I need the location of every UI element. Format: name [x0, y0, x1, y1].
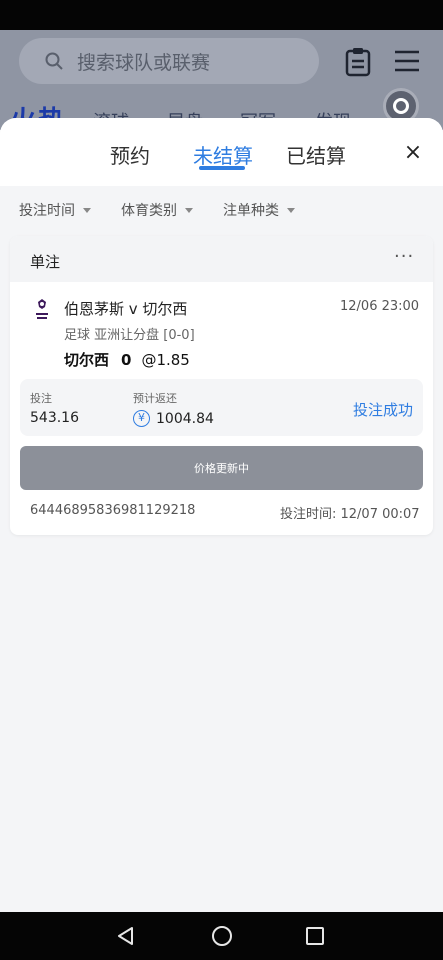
- selection-line: 0: [121, 351, 132, 369]
- caret-down-icon: [287, 207, 295, 213]
- tabs-bar: 预约 未结算 已结算 ×: [0, 118, 443, 186]
- price-updating-button[interactable]: 价格更新中: [20, 446, 423, 490]
- selection: 切尔西 0 @1.85: [64, 349, 190, 370]
- menu-icon[interactable]: [394, 49, 420, 73]
- match-name: 伯恩茅斯 v 切尔西: [64, 300, 188, 318]
- clipboard-icon[interactable]: [344, 47, 372, 77]
- bet-records-sheet: 预约 未结算 已结算 × 投注时间 体育类别 注单种类 单注 ··· 伯恩茅斯 …: [0, 118, 443, 912]
- active-tab-indicator: [199, 166, 245, 170]
- selection-team: 切尔西: [64, 351, 110, 369]
- match-time: 12/06 23:00: [340, 299, 420, 314]
- bet-card[interactable]: 单注 ··· 伯恩茅斯 v 切尔西 12/06 23:00 足球 亚洲让分盘 […: [10, 236, 433, 535]
- stake-box: 投注 预计返还 543.16 ¥ 1004.84 投注成功: [20, 379, 423, 436]
- return-label: 预计返还: [133, 392, 177, 405]
- filter-sport-type[interactable]: 体育类别: [121, 200, 193, 220]
- more-options-icon[interactable]: ···: [394, 246, 414, 267]
- system-nav-bar: [0, 912, 443, 960]
- filters-bar: 投注时间 体育类别 注单种类: [0, 200, 443, 226]
- stake-value: 543.16: [30, 410, 79, 426]
- filter-bet-kind[interactable]: 注单种类: [223, 200, 295, 220]
- market-info: 足球 亚洲让分盘 [0-0]: [64, 328, 195, 343]
- filter-bet-time[interactable]: 投注时间: [19, 200, 91, 220]
- bet-card-header: 单注 ···: [10, 236, 433, 282]
- filter-label: 注单种类: [223, 203, 279, 219]
- bet-type-label: 单注: [30, 253, 61, 271]
- premier-league-icon: [36, 299, 48, 319]
- stake-label: 投注: [30, 392, 52, 405]
- recent-apps-icon[interactable]: [303, 924, 327, 948]
- home-icon[interactable]: [210, 924, 234, 948]
- status-bar: [0, 0, 443, 30]
- back-icon[interactable]: [114, 924, 138, 948]
- tab-settled[interactable]: 已结算: [286, 140, 346, 169]
- tab-unsettled[interactable]: 未结算: [193, 140, 253, 169]
- search-input[interactable]: 搜索球队或联赛: [19, 38, 319, 84]
- search-placeholder: 搜索球队或联赛: [77, 51, 211, 74]
- caret-down-icon: [185, 207, 193, 213]
- tab-reserved[interactable]: 预约: [110, 140, 150, 169]
- return-value: 1004.84: [156, 410, 214, 427]
- filter-label: 投注时间: [19, 203, 75, 219]
- bet-placed-time: 投注时间: 12/07 00:07: [280, 507, 420, 522]
- bet-status: 投注成功: [353, 401, 414, 419]
- close-button[interactable]: ×: [400, 140, 426, 166]
- return-value-wrap: ¥ 1004.84: [133, 410, 214, 427]
- bet-id: 64446895836981129218: [30, 503, 196, 518]
- selection-odds: @1.85: [141, 351, 190, 369]
- search-icon: [45, 52, 63, 70]
- yen-icon: ¥: [133, 410, 150, 427]
- filter-label: 体育类别: [121, 203, 177, 219]
- caret-down-icon: [83, 207, 91, 213]
